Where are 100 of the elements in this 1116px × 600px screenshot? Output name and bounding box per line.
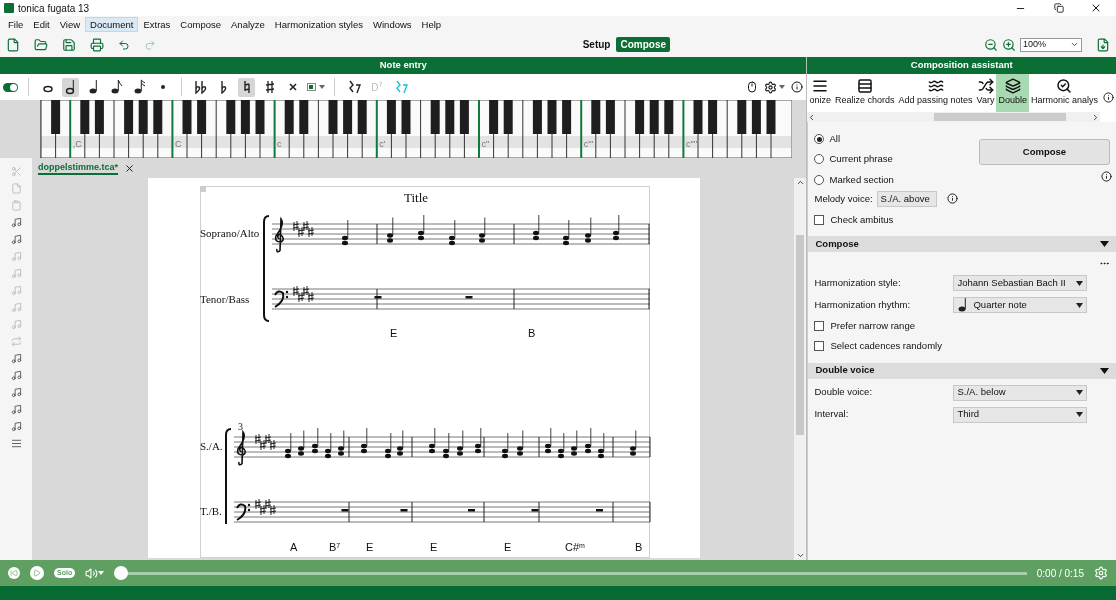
dropdown-arrow-icon	[1076, 412, 1084, 417]
chord-symbol: E	[430, 542, 438, 553]
volume-icon[interactable]	[85, 566, 99, 580]
assistant-tab[interactable]: Vary	[974, 74, 997, 112]
chord-symbol: C#$^{m}$	[565, 542, 585, 553]
document-tab[interactable]: doppelstimme.tca*	[38, 161, 119, 175]
menu-item[interactable]: Extras	[138, 16, 176, 32]
menu-item[interactable]: Windows	[368, 16, 417, 32]
compose-button[interactable]: Compose	[979, 139, 1110, 165]
info-icon[interactable]	[946, 193, 958, 205]
chord-symbol: B	[528, 328, 536, 339]
staff-name: Tenor/Bass	[200, 294, 250, 305]
notes-icon[interactable]	[10, 421, 22, 432]
panel-header: Note entry	[0, 57, 807, 74]
dropdown-select[interactable]: S./A. below	[953, 384, 1088, 401]
new-file-icon[interactable]	[6, 37, 20, 52]
field-label: Harmonization style:	[814, 275, 902, 290]
assistant-tab[interactable]: Realize chords	[833, 74, 897, 112]
mode-tab[interactable]: Compose	[616, 37, 670, 52]
dropdown-arrow-icon[interactable]	[98, 571, 105, 575]
staff-name: S./A.	[200, 441, 223, 452]
save-icon[interactable]	[62, 37, 76, 52]
zoom-in-icon[interactable]	[1002, 37, 1016, 52]
tool-icon	[1056, 78, 1073, 95]
radio-button[interactable]	[814, 154, 825, 165]
menu-item[interactable]: File	[3, 16, 29, 32]
tool-icon	[977, 78, 994, 95]
assistant-tab[interactable]: onize	[807, 74, 833, 112]
vertical-scrollbar[interactable]	[794, 178, 807, 560]
slider-thumb[interactable]	[114, 566, 129, 580]
close-tab-icon[interactable]	[124, 162, 136, 174]
dropdown-select[interactable]: Third	[953, 406, 1088, 423]
dropdown-arrow-icon	[1076, 280, 1084, 286]
tool-button[interactable]	[238, 77, 255, 97]
menu-item[interactable]: Harmonization styles	[269, 16, 368, 32]
menu-item[interactable]: View	[54, 16, 86, 32]
doubleflat-icon	[193, 80, 208, 94]
page-corner-handle[interactable]	[200, 186, 206, 192]
notes-icon[interactable]	[10, 234, 22, 245]
notes-icon[interactable]	[10, 353, 22, 364]
undo-icon[interactable]	[118, 38, 130, 51]
dropdown-arrow-icon	[1076, 302, 1084, 308]
field-label: Melody voice:	[814, 191, 873, 206]
field-label: Interval:	[814, 407, 850, 422]
checkbox[interactable]	[814, 341, 825, 352]
close-icon[interactable]	[1090, 2, 1102, 14]
menu-item[interactable]: Edit	[28, 16, 55, 32]
notes-icon[interactable]	[10, 370, 22, 381]
rewind-icon[interactable]	[8, 567, 20, 579]
notes-icon[interactable]	[10, 217, 22, 228]
open-folder-icon[interactable]	[34, 37, 48, 52]
mode-tab[interactable]: Setup	[578, 37, 615, 52]
scroll-right-icon[interactable]	[1091, 112, 1100, 122]
menu-item[interactable]: Compose	[175, 16, 227, 32]
toggle-switch[interactable]	[3, 82, 18, 92]
window-title: tonica fugata 13	[18, 1, 90, 16]
assistant-tab[interactable]: Double	[996, 74, 1029, 112]
melody-voice-select[interactable]: S./A. above	[876, 190, 937, 207]
tool-button[interactable]	[62, 77, 79, 97]
info-icon[interactable]	[1102, 92, 1114, 103]
lines-icon[interactable]	[10, 438, 22, 449]
tool-icon	[856, 78, 873, 95]
zoom-combobox[interactable]: 100%	[1020, 37, 1082, 52]
menu-item[interactable]: Document	[85, 16, 139, 32]
section-header[interactable]: Double voice	[808, 362, 1116, 379]
notes-icon[interactable]	[10, 387, 22, 398]
field-label: Double voice:	[814, 385, 874, 400]
scroll-up-icon[interactable]	[796, 178, 805, 187]
export-icon[interactable]	[1096, 37, 1110, 52]
cyanrest-icon	[393, 80, 408, 94]
menu-item[interactable]: Help	[416, 16, 447, 32]
checkbox[interactable]	[814, 214, 825, 225]
zoom-out-icon[interactable]	[984, 37, 998, 52]
staff-name: T./B.	[200, 506, 222, 517]
horizontal-scrollbar[interactable]	[807, 112, 1100, 122]
play-icon[interactable]	[30, 566, 44, 580]
dropdown-select[interactable]: Johann Sebastian Bach II	[953, 275, 1088, 291]
menu-item[interactable]: Analyze	[226, 16, 270, 32]
radio-button[interactable]	[814, 134, 825, 145]
info-icon[interactable]	[791, 81, 804, 93]
dropdown-select[interactable]: Quarter note	[953, 297, 1088, 313]
dropdown-arrow-icon[interactable]	[779, 85, 786, 89]
chord-symbol: E	[366, 542, 374, 553]
checkbox[interactable]	[814, 321, 825, 332]
print-icon[interactable]	[90, 37, 104, 52]
restore-icon[interactable]	[1054, 3, 1064, 13]
mouse-icon[interactable]	[746, 81, 759, 93]
info-icon[interactable]	[1101, 171, 1112, 182]
assistant-tab[interactable]: Add passing notes	[896, 74, 975, 112]
settings-icon[interactable]	[764, 80, 778, 94]
assistant-tab[interactable]: Harmonic analys	[1028, 74, 1100, 112]
playback-slider[interactable]	[114, 566, 1027, 580]
section-header[interactable]: Compose	[808, 236, 1116, 252]
collapse-arrow-icon	[1100, 367, 1109, 374]
scroll-down-icon[interactable]	[796, 551, 805, 560]
notes-icon[interactable]	[10, 404, 22, 415]
piano-keyboard[interactable]: ,C C c c' c'' c''' c''''	[40, 100, 792, 158]
quarter-icon	[87, 79, 100, 95]
radio-button[interactable]	[814, 174, 825, 185]
dropdown-arrow-icon	[1076, 390, 1084, 395]
